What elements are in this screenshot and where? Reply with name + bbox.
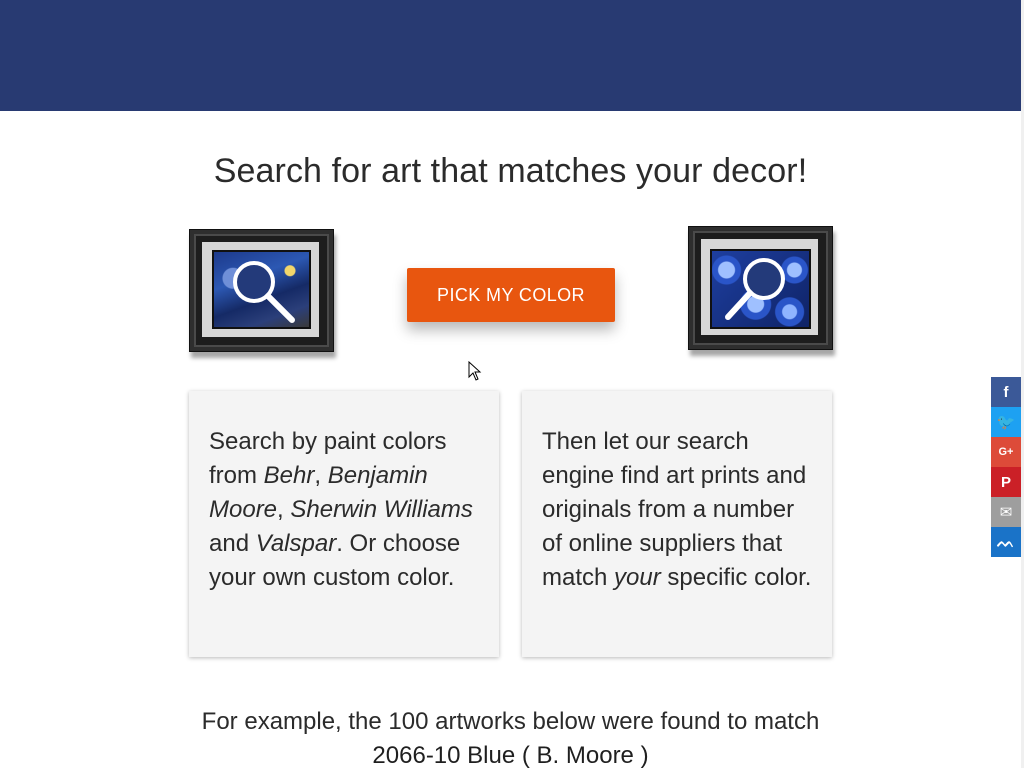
- card-text-segment: ,: [277, 496, 291, 523]
- info-card-search-engine: Then let our search engine find art prin…: [522, 391, 832, 657]
- card-text-segment: ,: [314, 462, 328, 489]
- share-button-email[interactable]: ✉: [991, 497, 1021, 527]
- page-title: Search for art that matches your decor!: [213, 152, 808, 190]
- card-text-emphasis: Sherwin Williams: [290, 496, 473, 523]
- share-button-sumome[interactable]: ᨓ: [991, 527, 1021, 557]
- share-button-twitter[interactable]: 🐦: [991, 407, 1021, 437]
- share-button-google-plus[interactable]: G+: [991, 437, 1021, 467]
- card-text-emphasis: your: [614, 564, 661, 591]
- mouse-cursor-icon: [468, 361, 482, 381]
- example-line: For example, the 100 artworks below were…: [201, 708, 820, 735]
- example-caption: For example, the 100 artworks below were…: [0, 705, 1021, 773]
- facebook-icon: f: [1003, 383, 1009, 401]
- card-text-emphasis: Behr: [263, 462, 315, 489]
- card-text: Search by paint colors from Behr, Benjam…: [209, 428, 473, 591]
- share-bar: f 🐦 G+ P ✉ ᨓ: [991, 377, 1021, 557]
- twitter-icon: 🐦: [996, 414, 1016, 431]
- magnifier-icon: [233, 261, 295, 323]
- sumome-icon: ᨓ: [997, 533, 1015, 551]
- card-text: Then let our search engine find art prin…: [542, 428, 811, 591]
- share-button-facebook[interactable]: f: [991, 377, 1021, 407]
- magnifier-icon: [725, 258, 785, 320]
- pick-my-color-button[interactable]: PICK MY COLOR: [407, 268, 615, 322]
- framed-art-starry-night[interactable]: [189, 229, 334, 352]
- header-bar: [0, 0, 1024, 111]
- email-icon: ✉: [999, 504, 1013, 521]
- art-image: [710, 249, 811, 329]
- info-card-paint-colors: Search by paint colors from Behr, Benjam…: [189, 391, 499, 657]
- framed-art-blueberries[interactable]: [688, 226, 833, 350]
- share-button-pinterest[interactable]: P: [991, 467, 1021, 497]
- art-image: [212, 250, 311, 329]
- card-text-segment: and: [209, 530, 256, 557]
- card-text-segment: specific color.: [660, 564, 812, 591]
- pinterest-icon: P: [1000, 473, 1011, 491]
- card-text-emphasis: Valspar: [255, 530, 337, 557]
- google-plus-icon: G+: [998, 446, 1014, 458]
